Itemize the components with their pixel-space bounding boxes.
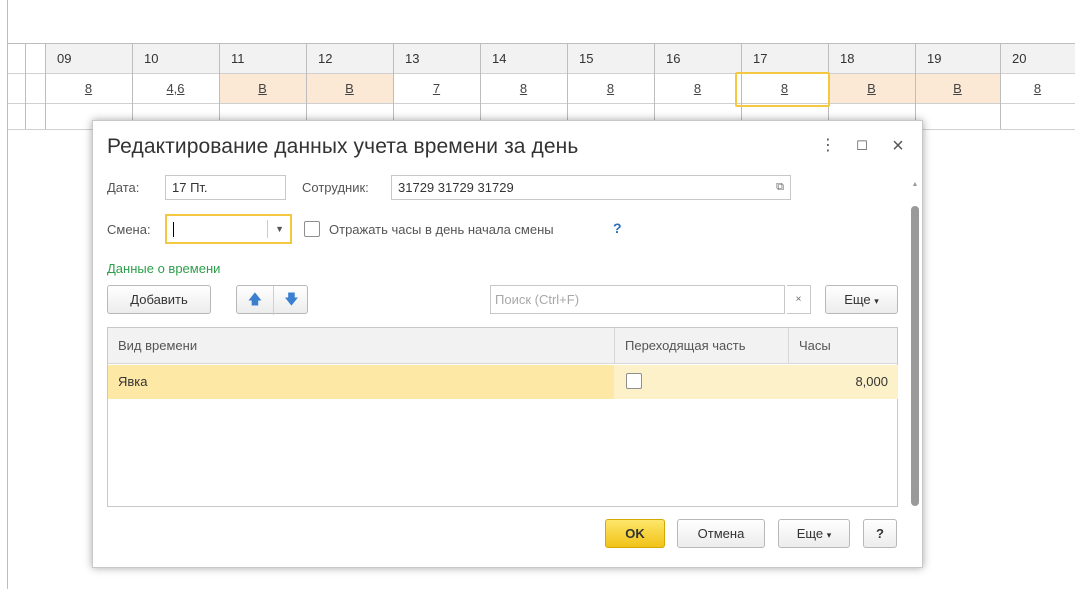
- column-header[interactable]: Часы: [788, 328, 898, 364]
- footer-more-button[interactable]: Еще ▾: [778, 519, 850, 548]
- day-value-cell[interactable]: В: [915, 74, 1000, 103]
- section-title-time-data: Данные о времени: [107, 261, 221, 276]
- cancel-button[interactable]: Отмена: [677, 519, 765, 548]
- carryover-checkbox[interactable]: [626, 373, 642, 389]
- ok-button[interactable]: OK: [605, 519, 665, 548]
- day-header: 18: [840, 51, 855, 66]
- employee-field[interactable]: 31729 31729 31729 ⧉: [391, 175, 791, 200]
- footer-more-label: Еще: [796, 526, 824, 541]
- toolbar-more-button[interactable]: Еще ▾: [825, 285, 898, 314]
- move-buttons-group: 🡅 🡇: [236, 285, 309, 315]
- day-value-cell[interactable]: 8: [567, 74, 654, 103]
- day-value-cell[interactable]: В: [828, 74, 915, 103]
- day-header: 12: [318, 51, 333, 66]
- search-input[interactable]: Поиск (Ctrl+F): [490, 285, 785, 314]
- day-header: 15: [579, 51, 594, 66]
- day-header: 20: [1012, 51, 1027, 66]
- day-value-cell[interactable]: 8: [45, 74, 132, 103]
- day-time-edit-dialog: Редактирование данных учета времени за д…: [92, 120, 923, 568]
- chevron-down-icon: ▾: [826, 530, 832, 540]
- employee-value: 31729 31729 31729: [398, 180, 514, 195]
- day-value-cell[interactable]: 8: [1000, 74, 1075, 103]
- help-button[interactable]: ?: [863, 519, 897, 548]
- day-value-cell[interactable]: 8: [654, 74, 741, 103]
- close-icon[interactable]: ×: [888, 135, 908, 157]
- carryover-cell[interactable]: [614, 365, 788, 399]
- day-header: 17: [753, 51, 768, 66]
- vertical-scrollbar[interactable]: ▲ ▼: [909, 181, 921, 511]
- day-header: 10: [144, 51, 159, 66]
- scroll-up-icon[interactable]: ▲: [909, 181, 921, 188]
- chevron-down-icon: ▾: [874, 296, 879, 306]
- day-value-cell[interactable]: В: [306, 74, 393, 103]
- toolbar-more-label: Еще: [844, 292, 871, 307]
- help-hint-icon[interactable]: ?: [613, 220, 622, 236]
- column-header[interactable]: Переходящая часть: [614, 328, 788, 364]
- maximize-icon[interactable]: ☐: [852, 135, 872, 157]
- move-up-icon[interactable]: 🡅: [237, 286, 273, 315]
- table-header: Вид времени Переходящая часть Часы: [108, 328, 897, 364]
- day-header: 09: [57, 51, 72, 66]
- day-header: 13: [405, 51, 420, 66]
- day-value-cell[interactable]: В: [219, 74, 306, 103]
- search-placeholder: Поиск (Ctrl+F): [495, 292, 580, 307]
- shift-label: Смена:: [107, 222, 151, 237]
- add-button[interactable]: Добавить: [107, 285, 211, 314]
- dialog-title: Редактирование данных учета времени за д…: [107, 135, 579, 158]
- search-clear-icon[interactable]: ×: [787, 285, 811, 314]
- day-value-cell[interactable]: 4,6: [132, 74, 219, 103]
- reflect-hours-label[interactable]: Отражать часы в день начала смены: [329, 222, 554, 237]
- move-down-icon[interactable]: 🡇: [273, 286, 309, 315]
- column-header[interactable]: Вид времени: [108, 328, 614, 364]
- hours-cell[interactable]: 8,000: [788, 365, 898, 399]
- date-field[interactable]: 17 Пт.: [165, 175, 286, 200]
- time-kind-cell[interactable]: Явка: [108, 365, 614, 399]
- time-data-table: Вид времени Переходящая часть Часы Явка …: [107, 327, 898, 507]
- table-row[interactable]: Явка 8,000: [108, 365, 898, 399]
- scroll-down-icon[interactable]: ▼: [909, 493, 921, 500]
- day-header: 19: [927, 51, 942, 66]
- selected-cell-highlight: [735, 72, 830, 107]
- open-card-icon[interactable]: ⧉: [776, 176, 784, 199]
- more-actions-icon[interactable]: ⋮: [818, 135, 838, 157]
- reflect-hours-checkbox[interactable]: [304, 221, 320, 237]
- shift-combobox[interactable]: ▼: [165, 214, 292, 244]
- date-label: Дата:: [107, 180, 140, 195]
- scrollbar-thumb[interactable]: [911, 206, 919, 506]
- dropdown-arrow-icon[interactable]: ▼: [275, 216, 284, 242]
- employee-label: Сотрудник:: [302, 180, 369, 195]
- day-value-cell[interactable]: 7: [393, 74, 480, 103]
- timesheet-header-area: [7, 0, 1075, 44]
- day-header: 16: [666, 51, 681, 66]
- text-cursor: [173, 222, 174, 237]
- day-value-cell[interactable]: 8: [480, 74, 567, 103]
- day-header: 11: [231, 51, 245, 66]
- day-header: 14: [492, 51, 507, 66]
